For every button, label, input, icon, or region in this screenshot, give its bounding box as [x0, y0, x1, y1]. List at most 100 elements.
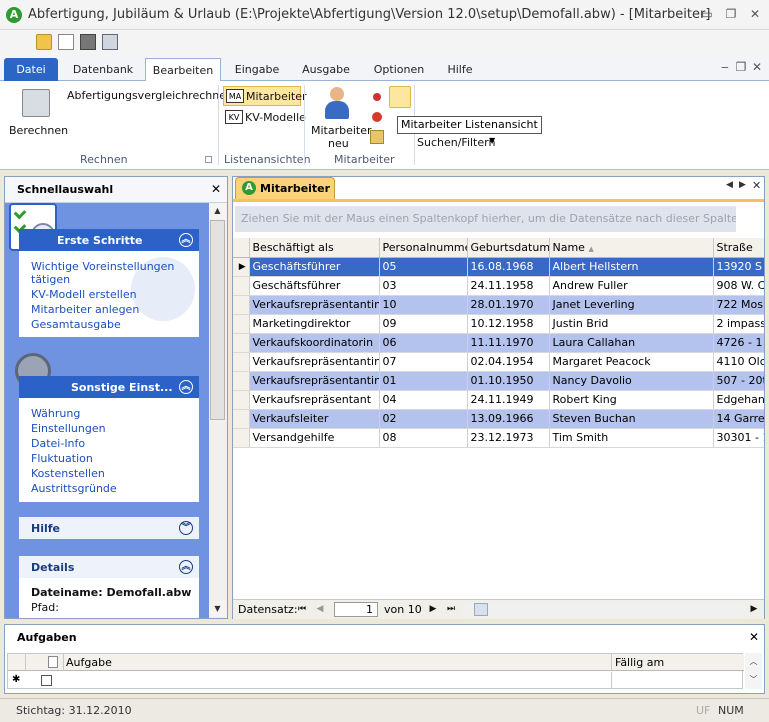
- table-cell[interactable]: 10.12.1958: [467, 314, 550, 334]
- sonstige-header[interactable]: Sonstige Einst... ︽: [19, 376, 199, 398]
- mitarbeiter-neu-line1[interactable]: Mitarbeiter: [311, 124, 372, 137]
- column-header-geburtsdatum[interactable]: Geburtsdatum: [467, 238, 550, 258]
- chevron-down-icon[interactable]: ︾: [179, 521, 193, 535]
- table-row[interactable]: Versandgehilfe 08 23.12.1973 Tim Smith 30301…: [233, 428, 764, 448]
- left-scrollbar[interactable]: ▲ ▼: [209, 203, 227, 618]
- table-row[interactable]: Verkaufsrepräsentantin 01 01.10.1950 Nancy …: [233, 371, 764, 391]
- scroll-up-icon[interactable]: ▲: [209, 203, 226, 219]
- table-row[interactable]: Verkaufskoordinatorin 06 11.11.1970 Laura C…: [233, 333, 764, 353]
- task-checkbox[interactable]: [41, 675, 52, 686]
- table-cell[interactable]: 507 - 20t: [713, 371, 764, 391]
- first-record-icon[interactable]: ⏮: [295, 602, 309, 616]
- close-icon[interactable]: ✕: [749, 630, 759, 644]
- table-cell[interactable]: 722 Mos: [713, 295, 764, 315]
- tab-scroll-right-icon[interactable]: ▶: [739, 180, 746, 190]
- column-header-personalnummer[interactable]: Personalnummer: [379, 238, 468, 258]
- table-cell[interactable]: 09: [379, 314, 468, 334]
- mitarbeiter-liste-highlighted-button[interactable]: [389, 86, 411, 108]
- table-row[interactable]: Marketingdirektor 09 10.12.1958 Justin Brid…: [233, 314, 764, 334]
- row-header[interactable]: [233, 314, 250, 334]
- table-cell[interactable]: Verkaufsrepräsentant: [249, 390, 380, 410]
- table-cell[interactable]: 07: [379, 352, 468, 372]
- tab-mitarbeiter[interactable]: A Mitarbeiter: [235, 177, 335, 199]
- kv-modelle-button[interactable]: KV KV-Modelle: [223, 108, 306, 128]
- table-cell[interactable]: 03: [379, 276, 468, 296]
- table-cell[interactable]: Geschäftsführer: [249, 257, 380, 277]
- table-cell[interactable]: 06: [379, 333, 468, 353]
- link-mitarbeiter-anlegen[interactable]: Mitarbeiter anlegen: [31, 303, 139, 316]
- dialog-launcher-icon[interactable]: [205, 156, 212, 163]
- table-cell[interactable]: Verkaufsrepräsentantin: [249, 371, 380, 391]
- link-einstellungen[interactable]: Einstellungen: [31, 422, 106, 435]
- table-cell[interactable]: Janet Leverling: [549, 295, 714, 315]
- table-cell[interactable]: 02: [379, 409, 468, 429]
- link-voreinstellungen[interactable]: Wichtige Voreinstellungen: [31, 260, 174, 273]
- column-header-icon[interactable]: [26, 654, 64, 671]
- table-cell[interactable]: 30301 - 1: [713, 428, 764, 448]
- aufgaben-new-row[interactable]: ✱: [8, 672, 744, 689]
- table-cell[interactable]: 04: [379, 390, 468, 410]
- berechnen-button[interactable]: Berechnen: [9, 124, 68, 137]
- ribbon-close-icon[interactable]: ✕: [750, 60, 764, 74]
- tab-datei[interactable]: Datei: [4, 58, 58, 81]
- tab-ausgabe[interactable]: Ausgabe: [294, 58, 358, 81]
- table-cell[interactable]: 02.04.1954: [467, 352, 550, 372]
- table-cell[interactable]: Robert King: [549, 390, 714, 410]
- column-header-aufgabe[interactable]: Aufgabe: [66, 656, 112, 669]
- close-icon[interactable]: ✕: [748, 7, 762, 21]
- prev-record-icon[interactable]: ◀: [313, 602, 327, 616]
- tab-datenbank[interactable]: Datenbank: [66, 58, 140, 81]
- table-cell[interactable]: 4726 - 1: [713, 333, 764, 353]
- table-cell[interactable]: 4110 Olc: [713, 352, 764, 372]
- scroll-down-icon[interactable]: ﹀: [745, 672, 762, 688]
- table-cell[interactable]: 23.12.1973: [467, 428, 550, 448]
- table-cell[interactable]: Geschäftsführer: [249, 276, 380, 296]
- table-cell[interactable]: Laura Callahan: [549, 333, 714, 353]
- link-kostenstellen[interactable]: Kostenstellen: [31, 467, 105, 480]
- scroll-thumb[interactable]: [474, 603, 488, 616]
- table-row[interactable]: Verkaufsrepräsentant 04 24.11.1949 Robert K…: [233, 390, 764, 410]
- table-cell[interactable]: 01.10.1950: [467, 371, 550, 391]
- record-number-input[interactable]: 1: [334, 602, 378, 617]
- row-header[interactable]: [233, 295, 250, 315]
- table-row[interactable]: Verkaufsrepräsentantin 10 28.01.1970 Janet …: [233, 295, 764, 315]
- printer-icon[interactable]: [102, 34, 118, 50]
- table-cell[interactable]: Verkaufsrepräsentantin: [249, 352, 380, 372]
- close-icon[interactable]: ✕: [752, 179, 761, 192]
- table-cell[interactable]: Verkaufskoordinatorin: [249, 333, 380, 353]
- scroll-up-icon[interactable]: ︿: [745, 654, 762, 670]
- table-cell[interactable]: Edgehan: [713, 390, 764, 410]
- table-cell[interactable]: Verkaufsleiter: [249, 409, 380, 429]
- table-cell[interactable]: Albert Hellstern: [549, 257, 714, 277]
- column-header-faellig[interactable]: Fällig am: [615, 656, 664, 669]
- column-header-strasse[interactable]: Straße: [713, 238, 764, 258]
- group-by-panel[interactable]: Ziehen Sie mit der Maus einen Spaltenkop…: [235, 206, 736, 232]
- open-folder-icon[interactable]: [36, 34, 52, 50]
- table-cell[interactable]: 16.08.1968: [467, 257, 550, 277]
- table-cell[interactable]: 13.09.1966: [467, 409, 550, 429]
- row-header[interactable]: [233, 409, 250, 429]
- row-header[interactable]: [233, 371, 250, 391]
- close-icon[interactable]: ✕: [211, 182, 221, 196]
- link-taetigen[interactable]: tätigen: [31, 273, 70, 286]
- current-row-indicator-icon[interactable]: ▶: [233, 257, 250, 277]
- table-cell[interactable]: 10: [379, 295, 468, 315]
- user-add-icon[interactable]: [322, 87, 352, 121]
- vergleichsrechner-button[interactable]: Abfertigungsvergleichrechner: [67, 89, 231, 102]
- chevron-up-icon[interactable]: ︽: [179, 380, 193, 394]
- tab-hilfe[interactable]: Hilfe: [440, 58, 480, 81]
- app-icon[interactable]: A: [6, 7, 22, 23]
- scroll-thumb[interactable]: [210, 220, 225, 420]
- table-cell[interactable]: 11.11.1970: [467, 333, 550, 353]
- table-cell[interactable]: 13920 S: [713, 257, 764, 277]
- last-record-icon[interactable]: ⏭: [444, 602, 458, 616]
- erste-schritte-header[interactable]: Erste Schritte ︽: [19, 229, 199, 251]
- table-cell[interactable]: Versandgehilfe: [249, 428, 380, 448]
- scroll-right-icon[interactable]: ▶: [747, 602, 761, 616]
- link-datei-info[interactable]: Datei-Info: [31, 437, 85, 450]
- mitarbeiter-list-button[interactable]: MA Mitarbeiter: [223, 86, 307, 106]
- table-cell[interactable]: Verkaufsrepräsentantin: [249, 295, 380, 315]
- minimize-icon[interactable]: ▭: [700, 7, 714, 21]
- link-gesamtausgabe[interactable]: Gesamtausgabe: [31, 318, 121, 331]
- table-cell[interactable]: 05: [379, 257, 468, 277]
